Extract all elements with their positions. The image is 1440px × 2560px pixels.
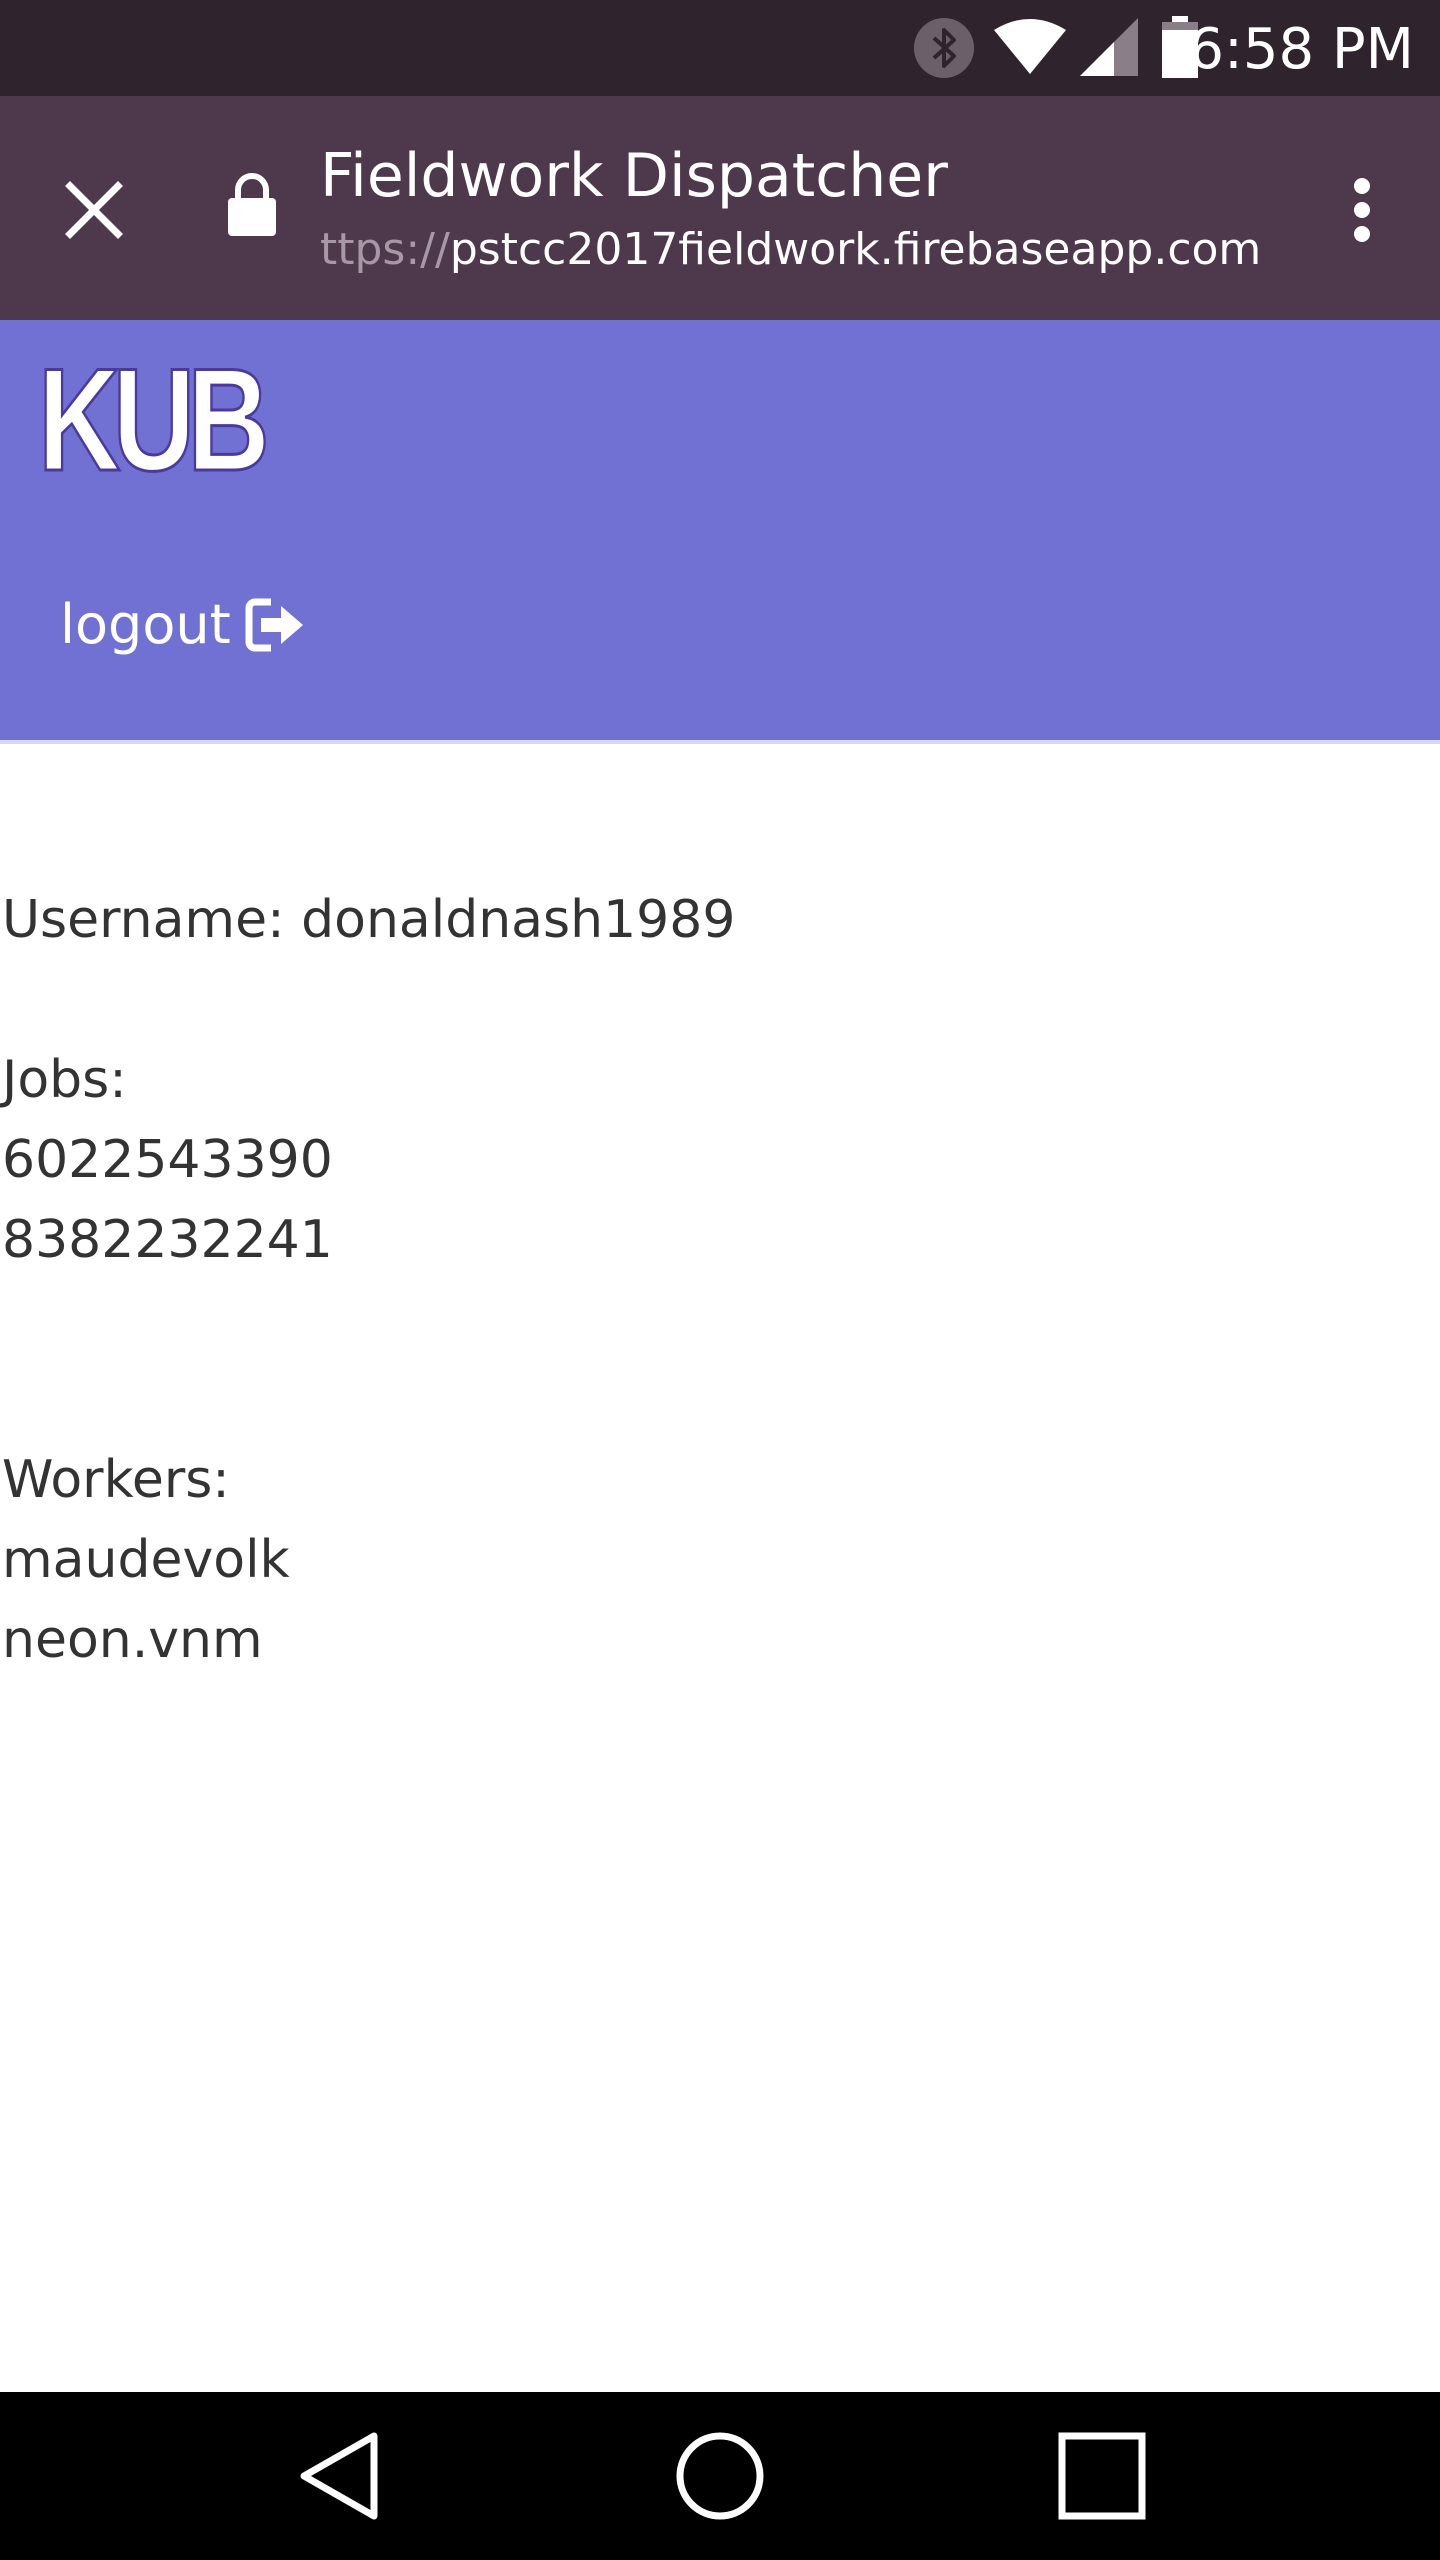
app-header: KUB logout — [0, 320, 1440, 744]
close-icon — [65, 181, 123, 239]
logout-label: logout — [60, 593, 231, 656]
page-title: Fieldwork Dispatcher — [320, 141, 948, 211]
url-host: pstcc2017fieldwork.firebaseapp.com — [449, 224, 1262, 275]
more-vert-icon — [1354, 178, 1370, 242]
worker-item: maudevolk — [2, 1530, 290, 1590]
home-icon[interactable] — [670, 2426, 770, 2526]
sign-out-icon — [245, 598, 303, 652]
back-icon[interactable] — [290, 2426, 390, 2526]
logout-link[interactable]: logout — [60, 594, 307, 656]
lock-icon[interactable] — [226, 172, 278, 236]
more-options-button[interactable] — [1324, 172, 1400, 248]
job-item: 6022543390 — [2, 1130, 333, 1190]
workers-label: Workers: — [2, 1450, 230, 1510]
worker-item: neon.vnm — [2, 1610, 263, 1670]
close-button[interactable] — [52, 168, 136, 252]
jobs-label: Jobs: — [2, 1050, 127, 1110]
bluetooth-icon — [914, 18, 974, 78]
browser-toolbar: Fieldwork Dispatcher ttps://pstcc2017fie… — [0, 96, 1440, 320]
svg-text:KUB: KUB — [38, 352, 265, 482]
kub-logo: KUB — [37, 352, 267, 482]
status-time: 6:58 PM — [1188, 17, 1414, 82]
navigation-bar — [0, 2392, 1440, 2560]
url-scheme: ttps:// — [320, 224, 450, 275]
signal-icon — [1080, 18, 1138, 76]
recents-icon[interactable] — [1052, 2426, 1152, 2526]
status-bar: 6:58 PM — [0, 0, 1440, 96]
wifi-icon — [994, 19, 1066, 74]
job-item: 8382232241 — [2, 1210, 333, 1270]
username-line: Username: donaldnash1989 — [2, 890, 736, 950]
page-url[interactable]: ttps://pstcc2017fieldwork.firebaseapp.co… — [320, 224, 1300, 276]
